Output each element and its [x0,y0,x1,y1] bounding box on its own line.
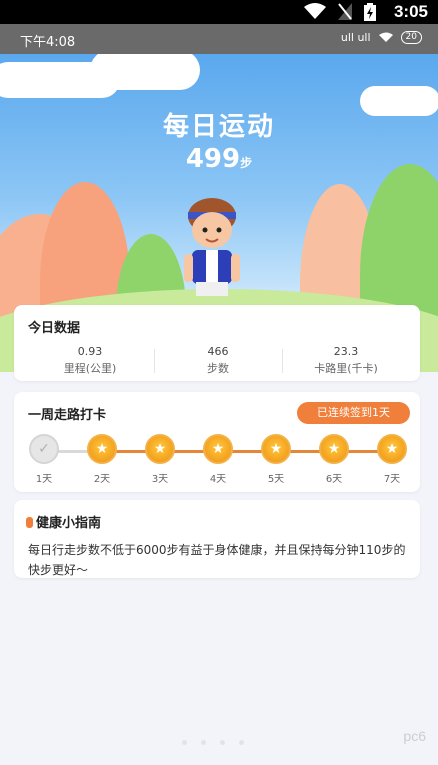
checkin-day-label: 3天 [151,474,169,485]
page-indicator [182,740,244,745]
stat-distance-label: 里程(公里) [63,362,117,375]
page-dot [220,740,225,745]
battery-indicator: 20 [400,31,422,44]
page-dot [201,740,206,745]
wifi-icon [304,3,326,19]
checkin-day[interactable]: ★ 3天 [142,434,178,485]
watermark: pc6 [403,728,426,744]
check-icon: ✓ [29,434,59,464]
step-count-unit: 步 [240,156,253,170]
checkin-day[interactable]: ✓ 1天 [26,434,62,485]
checkin-day-label: 7天 [383,474,401,485]
no-signal-icon [338,3,352,20]
star-coin-icon: ★ [377,434,407,464]
checkin-day[interactable]: ★ 2天 [84,434,120,485]
checkin-day-label: 1天 [35,474,53,485]
stat-steps: 466 步数 [158,345,278,376]
health-guide-text: 每日行走步数不低于6000步有益于身体健康，并且保持每分钟110步的快步更好～ [28,543,406,577]
status-bar: 下午4:08 ull ull 20 [0,24,438,54]
page-dot [239,740,244,745]
checkin-day[interactable]: ★ 5天 [258,434,294,485]
health-guide-title-text: 健康小指南 [36,516,102,531]
stat-calories-label: 卡路里(千卡) [314,362,378,375]
step-count-value: 499 [185,144,241,174]
system-clock: 3:05 [393,2,428,21]
stat-distance-value: 0.93 [77,345,103,358]
battery-charging-icon [364,3,376,21]
stat-divider [154,349,155,373]
checkin-day[interactable]: ★ 6天 [316,434,352,485]
system-icons [304,3,376,21]
streak-badge: 已连续签到1天 [297,402,410,424]
hero-step-count: 499步 [0,144,438,174]
star-coin-icon: ★ [145,434,175,464]
stat-calories-value: 23.3 [333,345,359,358]
checkin-day-label: 4天 [209,474,227,485]
stat-divider [282,349,283,373]
weekly-checkin-title: 一周走路打卡 [28,408,107,423]
checkin-day[interactable]: ★ 7天 [374,434,410,485]
health-guide-card: 健康小指南 每日行走步数不低于6000步有益于身体健康，并且保持每分钟110步的… [14,500,420,578]
stat-calories: 23.3 卡路里(千卡) [286,345,406,376]
star-coin-icon: ★ [203,434,233,464]
today-data-title: 今日数据 [28,321,81,336]
weekly-checkin-card: 一周走路打卡 已连续签到1天 ✓ 1天 ★ 2天 ★ 3天 ★ 4天 ★ 5天 … [14,392,420,492]
wifi-icon [378,32,393,42]
checkin-day-label: 6天 [325,474,343,485]
checkin-day-label: 5天 [267,474,285,485]
health-guide-title: 健康小指南 [26,512,101,531]
today-data-card: 今日数据 0.93 里程(公里) 466 步数 23.3 卡路里(千卡) [14,305,420,381]
star-coin-icon: ★ [261,434,291,464]
system-top-bar: 3:05 [0,0,438,24]
page-dot [182,740,187,745]
stat-steps-value: 466 [207,345,229,358]
star-coin-icon: ★ [319,434,349,464]
star-coin-icon: ★ [87,434,117,464]
hero-title: 每日运动 [162,112,275,142]
status-icons: ull ull 20 [341,31,422,44]
shoe-icon [26,517,33,528]
stat-distance: 0.93 里程(公里) [30,345,150,376]
mascot-character [184,198,240,296]
cloud-left-2 [90,54,200,90]
signal-icon: ull ull [340,31,371,44]
checkin-day-label: 2天 [93,474,111,485]
status-time: 下午4:08 [20,35,76,50]
stat-steps-label: 步数 [207,362,229,375]
checkin-day[interactable]: ★ 4天 [200,434,236,485]
